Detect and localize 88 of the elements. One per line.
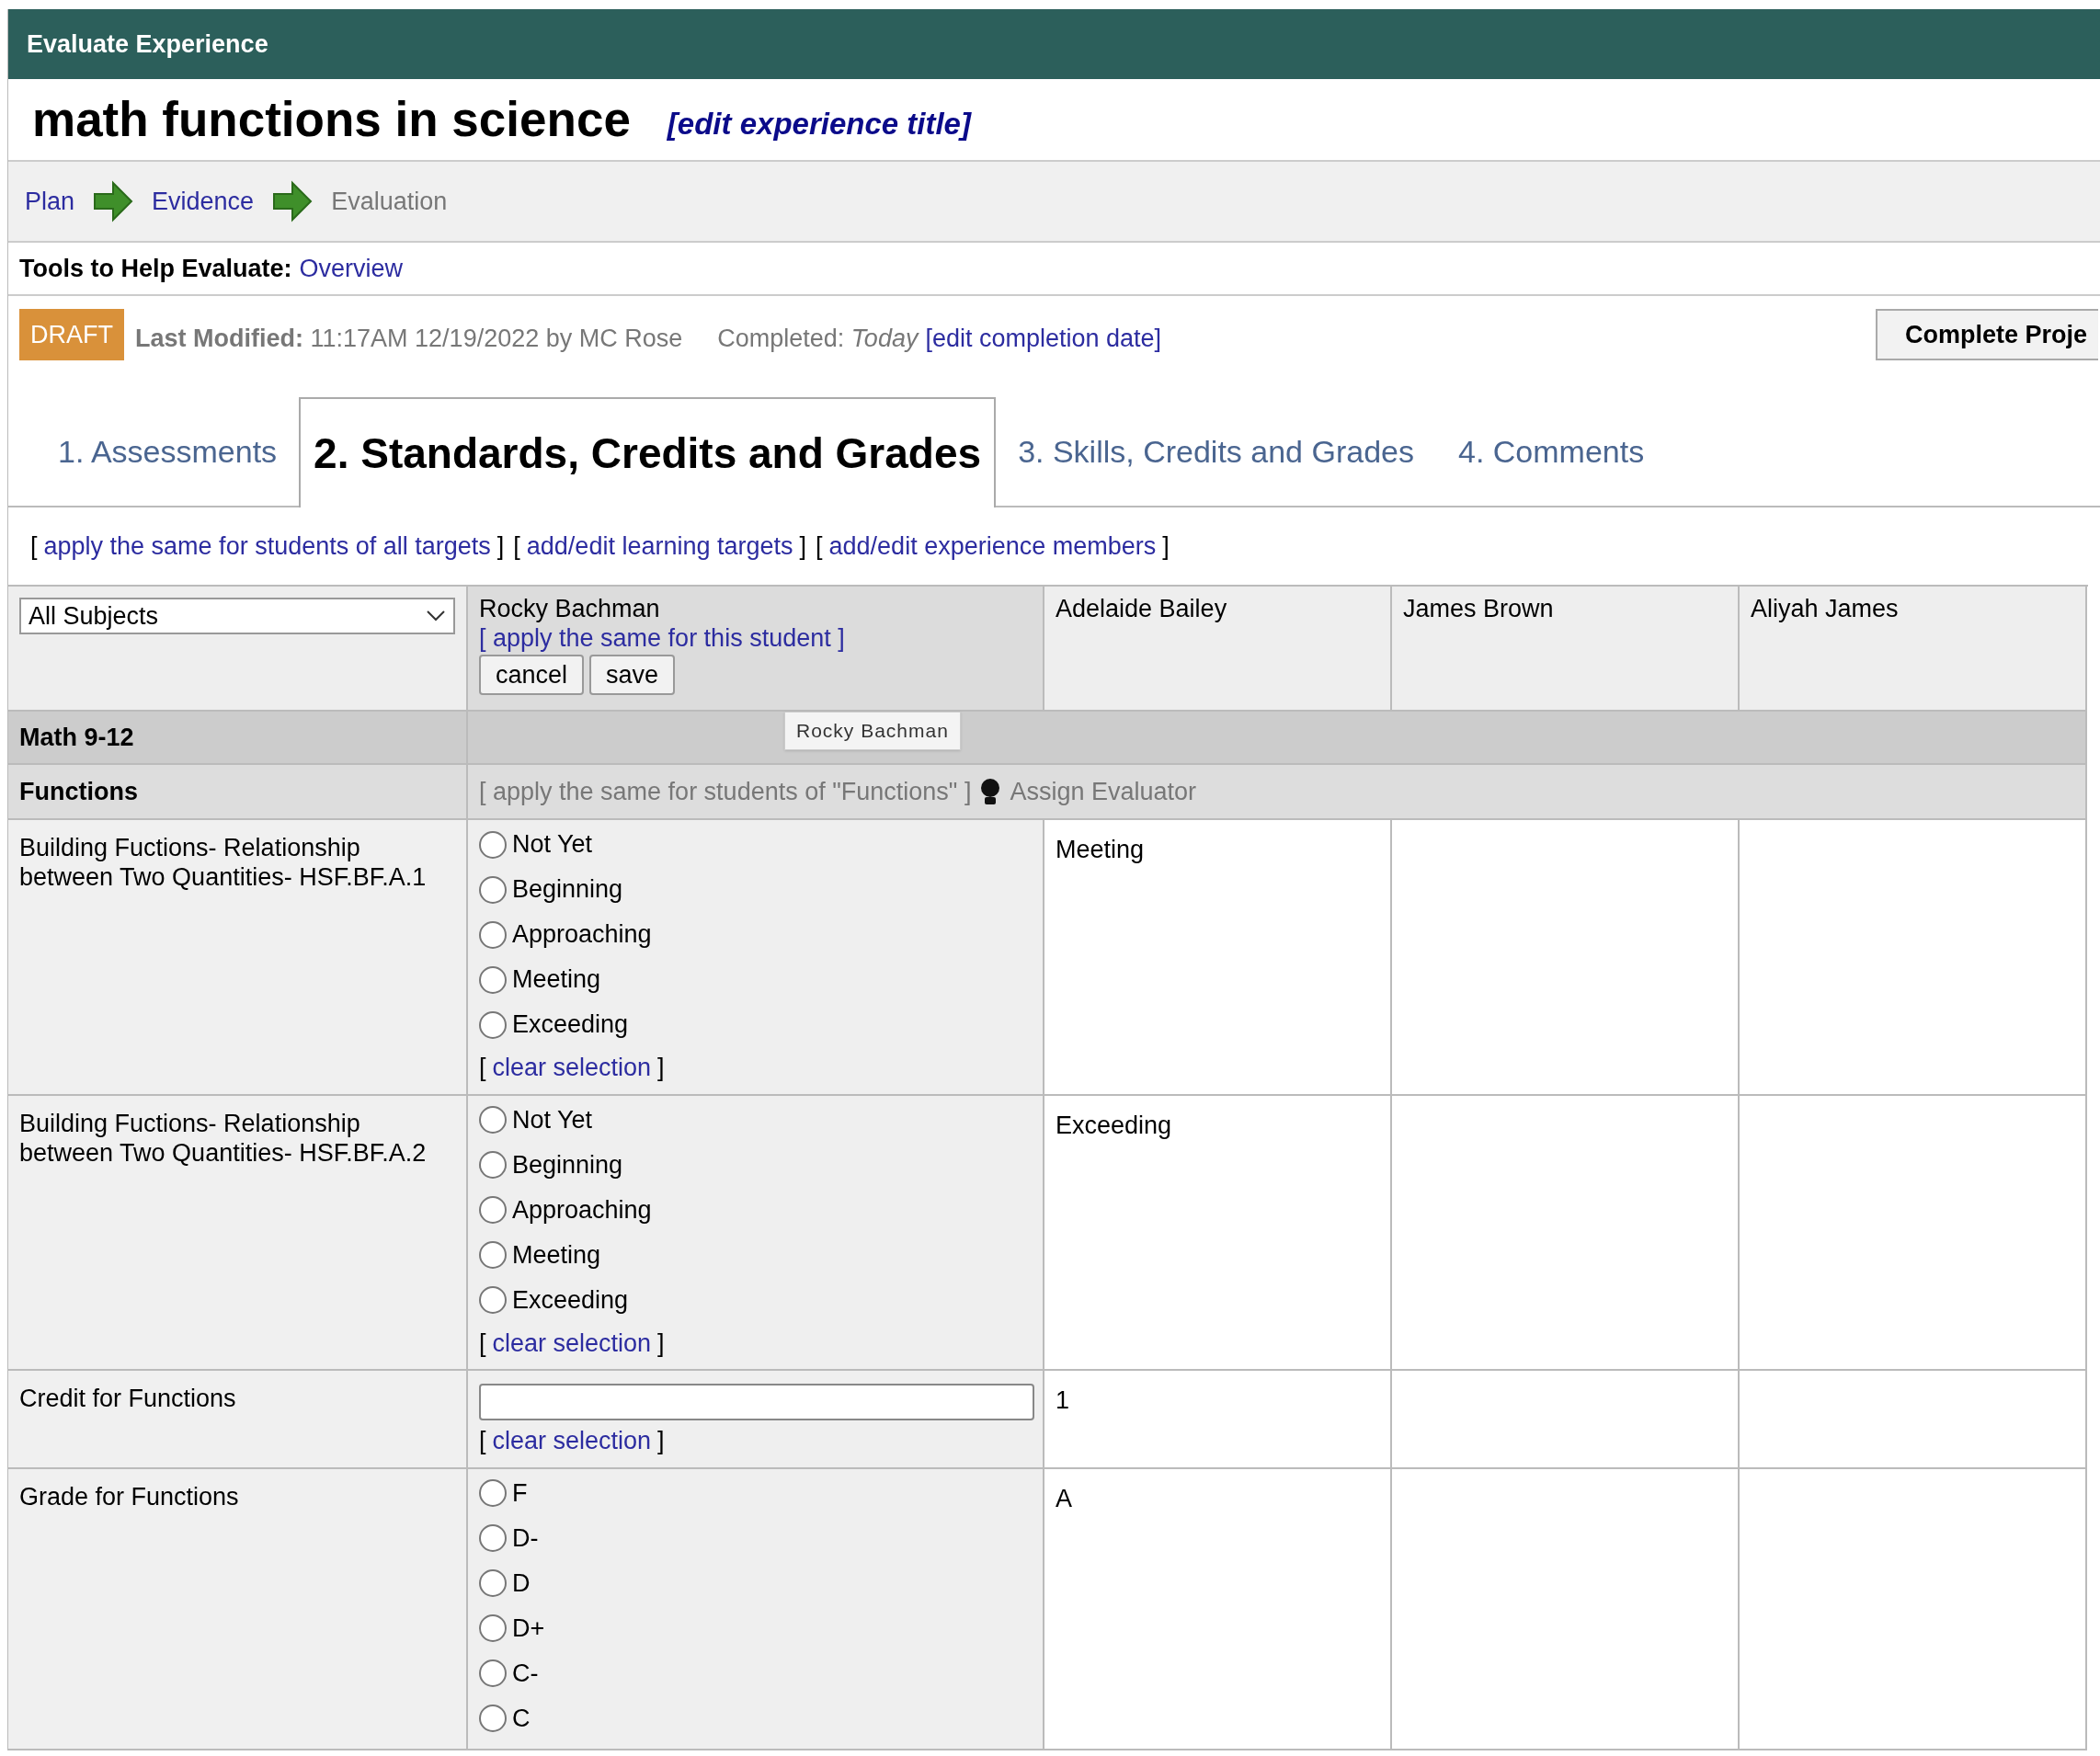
draft-badge: DRAFT bbox=[19, 309, 124, 360]
link[interactable]: clear selection bbox=[492, 1426, 652, 1456]
radio-label: Exceeding bbox=[512, 1284, 629, 1316]
radio-button[interactable] bbox=[479, 1196, 507, 1224]
radio-button[interactable] bbox=[479, 875, 507, 904]
radio-button[interactable] bbox=[479, 965, 507, 994]
tooltip: Rocky Bachman bbox=[784, 712, 961, 750]
row-label-cell: Grade for Functions bbox=[8, 1468, 468, 1750]
tab[interactable]: 3. Skills, Credits and Grades bbox=[996, 397, 1436, 506]
radio-button[interactable] bbox=[479, 1106, 507, 1134]
radio-button[interactable] bbox=[479, 1241, 507, 1269]
bracket: ] bbox=[799, 531, 807, 561]
bracket: [ bbox=[30, 531, 38, 561]
radio-button[interactable] bbox=[479, 830, 507, 859]
bracket: ] bbox=[1162, 531, 1170, 561]
chevron-down-icon bbox=[426, 610, 446, 622]
student-name: Aliyah James bbox=[1751, 594, 1899, 623]
bracket: [ bbox=[479, 1328, 486, 1358]
step-link[interactable]: Evidence bbox=[152, 182, 255, 221]
radio-button[interactable] bbox=[479, 1705, 507, 1733]
radio-label: D- bbox=[512, 1523, 539, 1554]
radio-button[interactable] bbox=[479, 920, 507, 949]
experience-title: math functions in science bbox=[32, 91, 631, 149]
radio-button[interactable] bbox=[479, 1659, 507, 1688]
link[interactable]: add/edit experience members bbox=[828, 531, 1157, 561]
student-name: Rocky Bachman bbox=[479, 594, 660, 623]
radio-label: Approaching bbox=[512, 1194, 652, 1226]
grade-value: Exceeding bbox=[1056, 1111, 1172, 1139]
radio-button[interactable] bbox=[479, 1151, 507, 1179]
form-button[interactable]: cancel bbox=[479, 655, 585, 695]
radio-label: Beginning bbox=[512, 1149, 623, 1180]
student-name: James Brown bbox=[1403, 594, 1554, 623]
radio-label: Exceeding bbox=[512, 1009, 629, 1041]
radio-button[interactable] bbox=[479, 1569, 507, 1598]
group-label: Math 9-12 bbox=[19, 722, 134, 753]
row-label-cell: Credit for Functions bbox=[8, 1371, 468, 1469]
bracket: ] bbox=[657, 1426, 665, 1456]
radio-label: F bbox=[512, 1478, 528, 1509]
radio-button[interactable] bbox=[479, 1524, 507, 1553]
radio-label: Not Yet bbox=[512, 1104, 593, 1135]
radio-label: Not Yet bbox=[512, 829, 593, 861]
complete-project-button[interactable]: Complete Proje bbox=[1875, 309, 2098, 360]
last-modified-text: Last Modified: 11:17AM 12/19/2022 by MC Rose bbox=[135, 324, 683, 354]
edit-completion-link[interactable]: [edit completion date] bbox=[925, 320, 1162, 358]
radio-label: D+ bbox=[512, 1613, 545, 1644]
tab[interactable]: 1. Assessments bbox=[36, 397, 300, 506]
header-title: Evaluate Experience bbox=[27, 29, 268, 60]
apply-student-link[interactable]: [ apply the same for this student ] bbox=[479, 623, 845, 653]
radio-label: Beginning bbox=[512, 874, 623, 906]
radio-button[interactable] bbox=[479, 1286, 507, 1314]
row-label-cell: Building Fuctions- Relationship between Two Quantities- HSF.BF.A.2 bbox=[8, 1095, 468, 1371]
grade-value: Meeting bbox=[1056, 836, 1145, 863]
subject-select[interactable]: All Subjects bbox=[19, 598, 455, 634]
link[interactable]: clear selection bbox=[492, 1053, 652, 1082]
bracket: [ bbox=[479, 1053, 486, 1082]
bracket: ] bbox=[496, 531, 505, 561]
row-label-cell: Building Fuctions- Relationship between Two Quantities- HSF.BF.A.1 bbox=[8, 820, 468, 1096]
bracket: [ bbox=[513, 531, 520, 561]
tab[interactable]: 2. Standards, Credits and Grades bbox=[299, 397, 997, 507]
grade-value: A bbox=[1056, 1484, 1072, 1512]
bracket: ] bbox=[657, 1328, 665, 1358]
credit-input[interactable] bbox=[479, 1384, 1034, 1420]
tab[interactable]: 4. Comments bbox=[1435, 397, 1667, 506]
radio-button[interactable] bbox=[479, 1614, 507, 1643]
link[interactable]: add/edit learning targets bbox=[526, 531, 793, 561]
radio-button[interactable] bbox=[479, 1010, 507, 1039]
step-link[interactable]: Plan bbox=[25, 182, 75, 221]
radio-label: Meeting bbox=[512, 1239, 601, 1271]
section-label: Functions bbox=[19, 776, 138, 807]
step-link[interactable]: Evaluation bbox=[331, 182, 448, 221]
bracket: [ bbox=[816, 531, 823, 561]
tools-label: Tools to Help Evaluate: bbox=[19, 253, 292, 284]
edit-title-link[interactable]: [edit experience title] bbox=[667, 101, 971, 147]
radio-label: Meeting bbox=[512, 964, 601, 996]
student-name: Adelaide Bailey bbox=[1056, 594, 1227, 623]
form-button[interactable]: save bbox=[589, 655, 676, 695]
bracket: ] bbox=[657, 1053, 665, 1082]
radio-label: C bbox=[512, 1704, 531, 1734]
radio-button[interactable] bbox=[479, 1479, 507, 1508]
overview-link[interactable]: Overview bbox=[299, 249, 404, 288]
radio-label: D bbox=[512, 1568, 531, 1599]
grade-value: 1 bbox=[1056, 1386, 1070, 1414]
link[interactable]: apply the same for students of all targets bbox=[43, 531, 491, 561]
link[interactable]: clear selection bbox=[492, 1328, 652, 1358]
radio-label: C- bbox=[512, 1659, 539, 1689]
completed-text: Completed: Today bbox=[717, 324, 919, 354]
bracket: [ bbox=[479, 1426, 486, 1456]
radio-label: Approaching bbox=[512, 919, 652, 951]
